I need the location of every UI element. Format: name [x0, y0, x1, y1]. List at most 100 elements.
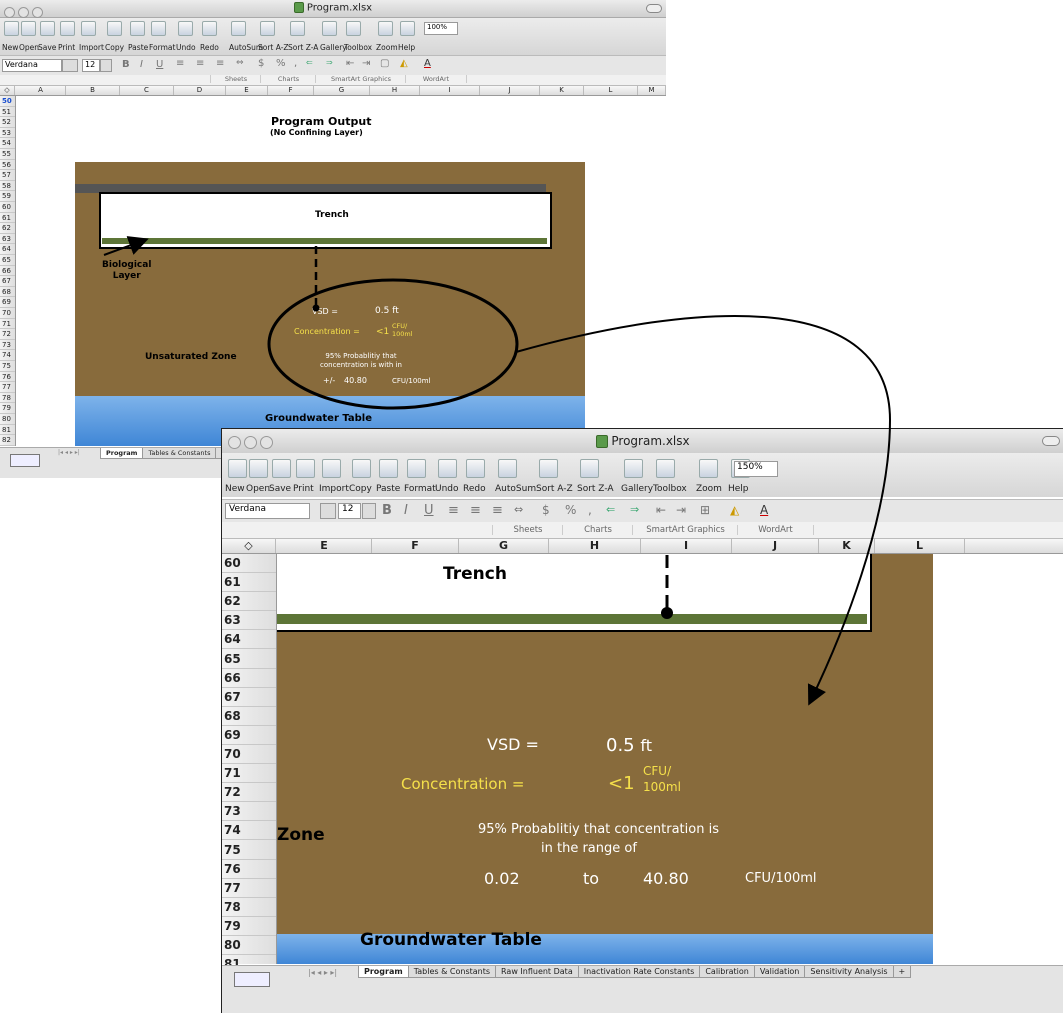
font-size-dropdown[interactable]	[362, 503, 376, 519]
italic-button[interactable]: I	[404, 503, 408, 518]
sheet-tab-5[interactable]: Validation	[753, 966, 806, 978]
row-header-63[interactable]: 63	[222, 611, 276, 631]
bold-button[interactable]: B	[382, 503, 392, 518]
toolbar-icon-12[interactable]	[580, 459, 599, 478]
column-header-h[interactable]: H	[549, 539, 641, 553]
sheet-tab-0[interactable]: Program	[358, 966, 409, 978]
toolbar-icon-10[interactable]	[231, 21, 246, 36]
row-header-66[interactable]: 66	[222, 669, 276, 688]
toolbar-icon-7[interactable]	[407, 459, 426, 478]
row-header-67[interactable]: 67	[0, 276, 15, 287]
merge-icon[interactable]: ⇔	[514, 503, 523, 516]
row-header-62[interactable]: 62	[0, 223, 15, 234]
toolbar-label-14[interactable]: Toolbox	[653, 484, 687, 494]
toolbar-icon-12[interactable]	[290, 21, 305, 36]
toolbar-icon-14[interactable]	[656, 459, 675, 478]
row-header-70[interactable]: 70	[222, 745, 276, 765]
row-header-73[interactable]: 73	[222, 802, 276, 822]
toolbar-label-12[interactable]: Sort Z-A	[577, 484, 614, 494]
font-color-icon[interactable]: A	[424, 58, 431, 69]
align-right-icon[interactable]: ≡	[216, 58, 224, 69]
row-header-59[interactable]: 59	[0, 191, 15, 202]
ribbon-tab-charts[interactable]: Charts	[562, 525, 633, 535]
toolbar-icon-1[interactable]	[21, 21, 36, 36]
view-toggle-button[interactable]	[234, 972, 270, 987]
toolbar-icon-15[interactable]	[378, 21, 393, 36]
column-header-h[interactable]: H	[370, 86, 420, 95]
select-all-corner[interactable]: ◇	[222, 539, 276, 553]
row-header-81[interactable]: 81	[0, 425, 15, 436]
indent-icon[interactable]: ⇥	[676, 503, 686, 517]
toolbar-label-2[interactable]: Save	[38, 43, 56, 52]
toolbar-label-11[interactable]: Sort A-Z	[536, 484, 573, 494]
row-header-79[interactable]: 79	[0, 403, 15, 414]
toolbar-icon-6[interactable]	[379, 459, 398, 478]
toolbar-label-5[interactable]: Copy	[349, 484, 372, 494]
row-header-64[interactable]: 64	[222, 630, 276, 650]
font-name-dropdown[interactable]	[62, 59, 78, 72]
toolbar-label-5[interactable]: Copy	[105, 43, 124, 52]
toolbar-icon-5[interactable]	[107, 21, 122, 36]
font-name-dropdown[interactable]	[320, 503, 336, 519]
column-header-f[interactable]: F	[268, 86, 314, 95]
row-header-53[interactable]: 53	[0, 128, 15, 139]
row-header-75[interactable]: 75	[222, 841, 276, 860]
row-header-62[interactable]: 62	[222, 592, 276, 612]
toolbar-label-1[interactable]: Open	[246, 484, 270, 494]
column-header-l[interactable]: L	[584, 86, 638, 95]
row-header-78[interactable]: 78	[222, 898, 276, 917]
row-header-71[interactable]: 71	[0, 319, 15, 330]
font-size-field[interactable]: 12	[338, 503, 361, 519]
row-header-77[interactable]: 77	[222, 879, 276, 898]
view-toggle-button[interactable]	[10, 454, 40, 467]
row-header-60[interactable]: 60	[0, 202, 15, 213]
row-header-77[interactable]: 77	[0, 382, 15, 393]
comma-icon[interactable]: ,	[294, 58, 297, 69]
toolbar-icon-7[interactable]	[151, 21, 166, 36]
toolbar-label-8[interactable]: Undo	[176, 43, 196, 52]
toolbar-label-9[interactable]: Redo	[463, 484, 486, 494]
outdent-icon[interactable]: ⇤	[656, 503, 666, 517]
row-header-67[interactable]: 67	[222, 688, 276, 707]
toolbar-icon-0[interactable]	[228, 459, 247, 478]
column-header-b[interactable]: B	[66, 86, 120, 95]
ribbon-tab-charts[interactable]: Charts	[260, 75, 316, 83]
row-header-56[interactable]: 56	[0, 160, 15, 171]
toolbar-icon-8[interactable]	[178, 21, 193, 36]
font-size-field[interactable]: 12	[82, 59, 100, 72]
toolbar-label-1[interactable]: Open	[19, 43, 39, 52]
currency-icon[interactable]: $	[542, 503, 550, 517]
row-header-60[interactable]: 60	[222, 554, 276, 574]
ribbon-tab-wordart[interactable]: WordArt	[405, 75, 467, 83]
align-center-icon[interactable]: ≡	[196, 58, 204, 69]
toolbar-label-7[interactable]: Format	[149, 43, 175, 52]
zoom-field[interactable]: 100%	[424, 22, 458, 35]
sheet-tab-1[interactable]: Tables & Constants	[407, 966, 497, 978]
sheet-nav-arrows[interactable]: |◂ ◂ ▸ ▸|	[308, 968, 337, 977]
toolbar-label-6[interactable]: Paste	[376, 484, 400, 494]
row-header-65[interactable]: 65	[222, 650, 276, 669]
row-header-68[interactable]: 68	[0, 287, 15, 298]
column-header-k[interactable]: K	[540, 86, 584, 95]
decrease-decimal-icon[interactable]: ⇒	[326, 58, 333, 67]
column-header-l[interactable]: L	[875, 539, 965, 553]
select-all-corner[interactable]: ◇	[0, 86, 15, 95]
toolbar-label-14[interactable]: Toolbox	[344, 43, 372, 52]
increase-decimal-icon[interactable]: ⇐	[606, 503, 615, 516]
column-header-g[interactable]: G	[459, 539, 549, 553]
row-header-79[interactable]: 79	[222, 917, 276, 936]
toolbar-label-3[interactable]: Print	[58, 43, 75, 52]
font-name-field[interactable]: Verdana	[225, 503, 310, 519]
toolbar-label-6[interactable]: Paste	[128, 43, 148, 52]
ribbon-tab-wordart[interactable]: WordArt	[737, 525, 814, 535]
currency-icon[interactable]: $	[258, 58, 264, 69]
sheet-tab-1[interactable]: Tables & Constants	[142, 448, 217, 459]
percent-icon[interactable]: %	[276, 58, 286, 69]
row-header-68[interactable]: 68	[222, 707, 276, 726]
row-header-75[interactable]: 75	[0, 361, 15, 372]
column-header-f[interactable]: F	[372, 539, 459, 553]
underline-button[interactable]: U	[424, 503, 434, 518]
toolbar-label-0[interactable]: New	[2, 43, 18, 52]
row-header-64[interactable]: 64	[0, 244, 15, 255]
underline-button[interactable]: U	[156, 59, 163, 70]
